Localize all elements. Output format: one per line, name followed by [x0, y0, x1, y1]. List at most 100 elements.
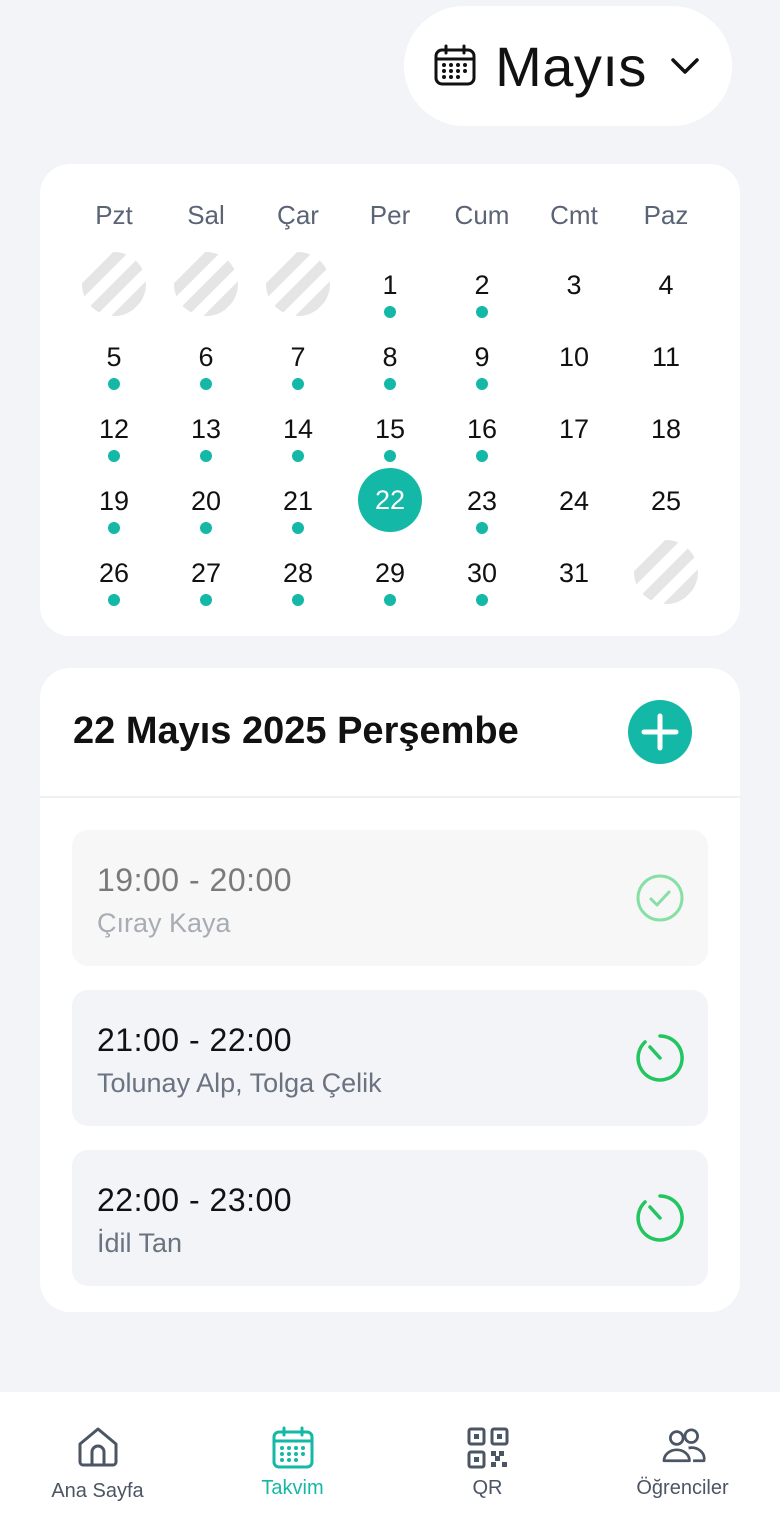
lesson-time: 21:00 - 22:00: [97, 1022, 293, 1058]
calendar-icon: [272, 1426, 314, 1469]
calendar-day[interactable]: 19: [68, 484, 160, 556]
lesson-item[interactable]: 22:00 - 23:00 İdil Tan: [72, 1150, 708, 1286]
lesson-indicator-dot: [292, 450, 304, 462]
calendar-day[interactable]: 31: [528, 556, 620, 628]
calendar-day[interactable]: 17: [528, 412, 620, 484]
calendar-day[interactable]: 20: [160, 484, 252, 556]
add-lesson-button[interactable]: [628, 700, 692, 764]
day-number: 5: [106, 342, 122, 372]
lesson-indicator-dot: [200, 594, 212, 606]
nav-item-calendar[interactable]: Takvim: [195, 1392, 390, 1536]
lesson-indicator-dot: [108, 594, 120, 606]
lesson-time: 19:00 - 20:00: [97, 862, 293, 898]
calendar-day[interactable]: 8: [344, 340, 436, 412]
day-number: 19: [98, 486, 130, 516]
calendar-day[interactable]: 22: [344, 468, 436, 556]
lesson-indicator-dot: [476, 378, 488, 390]
day-detail-card: 22 Mayıs 2025 Perşembe 19:00 - 20:00 Çır…: [40, 668, 740, 1312]
lesson-item[interactable]: 21:00 - 22:00 Tolunay Alp, Tolga Çelik: [72, 990, 708, 1126]
empty-day-pattern: [266, 252, 330, 316]
nav-item-qr[interactable]: QR: [390, 1392, 585, 1536]
day-number: 6: [198, 342, 214, 372]
calendar-day[interactable]: 26: [68, 556, 160, 628]
nav-label: QR: [472, 1477, 503, 1499]
day-number: 30: [466, 558, 498, 588]
lesson-students: İdil Tan: [97, 1228, 183, 1258]
day-number: 31: [558, 558, 590, 588]
day-detail-header: 22 Mayıs 2025 Perşembe: [40, 668, 740, 798]
calendar-day[interactable]: 23: [436, 484, 528, 556]
calendar-day[interactable]: 13: [160, 412, 252, 484]
calendar-day[interactable]: 24: [528, 484, 620, 556]
bottom-nav: Ana Sayfa Takvim QR Öğrenciler: [0, 1392, 780, 1536]
empty-day: [252, 252, 344, 340]
day-number: 7: [290, 342, 306, 372]
lesson-indicator-dot: [384, 306, 396, 318]
day-number: 15: [374, 414, 406, 444]
lesson-indicator-dot: [476, 450, 488, 462]
day-number: 1: [382, 270, 398, 300]
lesson-indicator-dot: [292, 378, 304, 390]
calendar-day[interactable]: 11: [620, 340, 712, 412]
calendar-day[interactable]: 7: [252, 340, 344, 412]
day-number: 17: [558, 414, 590, 444]
day-number: 28: [282, 558, 314, 588]
calendar-day[interactable]: 10: [528, 340, 620, 412]
weekday-label: Per: [369, 200, 411, 230]
calendar-day[interactable]: 30: [436, 556, 528, 628]
calendar-day[interactable]: 5: [68, 340, 160, 412]
lesson-indicator-dot: [108, 522, 120, 534]
calendar-day[interactable]: 9: [436, 340, 528, 412]
weekday-label: Sal: [187, 200, 225, 230]
empty-day: [620, 540, 712, 628]
calendar-day[interactable]: 14: [252, 412, 344, 484]
day-number: 23: [466, 486, 498, 516]
calendar-day[interactable]: 1: [344, 268, 436, 340]
lesson-time: 22:00 - 23:00: [97, 1182, 293, 1218]
calendar-day[interactable]: 2: [436, 268, 528, 340]
calendar-icon: [434, 44, 476, 86]
calendar-day[interactable]: 4: [620, 268, 712, 340]
calendar-card: Pzt Sal Çar Per Cum Cmt Paz 1 2 3 4 5 6 7 8 9 10 1…: [40, 164, 740, 636]
empty-day: [68, 252, 160, 340]
weekday-label: Paz: [643, 200, 689, 230]
lesson-indicator-dot: [476, 522, 488, 534]
nav-label: Öğrenciler: [636, 1477, 729, 1499]
calendar-day[interactable]: 18: [620, 412, 712, 484]
lesson-item[interactable]: 19:00 - 20:00 Çıray Kaya: [72, 830, 708, 966]
calendar-day[interactable]: 12: [68, 412, 160, 484]
nav-item-students[interactable]: Öğrenciler: [585, 1392, 780, 1536]
lesson-indicator-dot: [200, 450, 212, 462]
empty-day-pattern: [634, 540, 698, 604]
calendar-day[interactable]: 27: [160, 556, 252, 628]
timer-icon: [636, 1034, 684, 1082]
day-number: 18: [650, 414, 682, 444]
nav-label: Ana Sayfa: [51, 1480, 144, 1502]
lesson-students: Tolunay Alp, Tolga Çelik: [97, 1068, 382, 1098]
calendar-day[interactable]: 6: [160, 340, 252, 412]
day-number: 25: [650, 486, 682, 516]
day-number: 21: [282, 486, 314, 516]
lesson-indicator-dot: [384, 594, 396, 606]
chevron-down-icon: [671, 58, 699, 74]
calendar-day[interactable]: 29: [344, 556, 436, 628]
day-number: 20: [190, 486, 222, 516]
qr-code-icon: [467, 1427, 509, 1469]
day-number: 16: [466, 414, 498, 444]
weekday-label: Cum: [454, 200, 510, 230]
month-selector[interactable]: Mayıs: [404, 6, 732, 126]
nav-item-home[interactable]: Ana Sayfa: [0, 1392, 195, 1536]
day-number: 26: [98, 558, 130, 588]
empty-day-pattern: [174, 252, 238, 316]
day-number: 24: [558, 486, 590, 516]
day-number: 12: [98, 414, 130, 444]
timer-icon: [636, 1194, 684, 1242]
day-number: 10: [558, 342, 590, 372]
calendar-day[interactable]: 28: [252, 556, 344, 628]
lesson-indicator-dot: [384, 378, 396, 390]
nav-label: Takvim: [261, 1477, 324, 1499]
calendar-day[interactable]: 3: [528, 268, 620, 340]
calendar-day[interactable]: 21: [252, 484, 344, 556]
calendar-day[interactable]: 16: [436, 412, 528, 484]
lesson-indicator-dot: [108, 378, 120, 390]
